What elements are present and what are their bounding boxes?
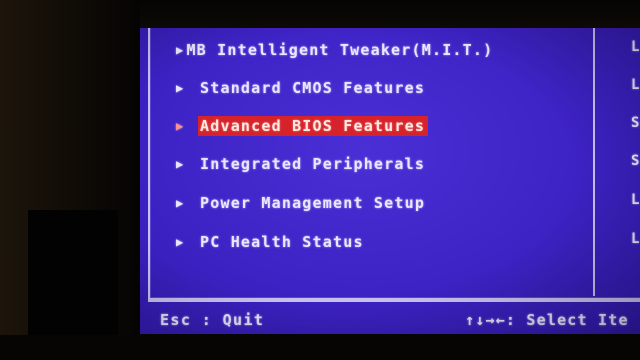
arrow-right-icon: ▶	[176, 119, 185, 133]
bios-screen: ▶ MB Intelligent Tweaker(M.I.T.) ▶ Stand…	[140, 28, 640, 334]
menu-item-label: MB Intelligent Tweaker(M.I.T.)	[186, 41, 494, 59]
menu-item-pc-health[interactable]: ▶ PC Health Status	[176, 231, 476, 253]
arrow-right-icon: ▶	[176, 196, 185, 210]
column-divider	[593, 28, 595, 296]
footer-select-hint: ↑↓→←: Select Ite	[465, 311, 629, 329]
arrow-right-icon: ▶	[176, 43, 185, 57]
menu-item-advanced-bios[interactable]: ▶ Advanced BIOS Features	[176, 115, 476, 137]
right-menu-letter: L	[631, 39, 640, 55]
footer-quit-hint: Esc : Quit	[160, 311, 265, 329]
menu-item-label: Advanced BIOS Features	[198, 116, 429, 136]
arrow-right-icon: ▶	[176, 81, 185, 95]
footer-divider	[148, 300, 640, 302]
menu-item-label: Power Management Setup	[200, 194, 426, 212]
menu-item-label: Integrated Peripherals	[200, 155, 426, 173]
right-menu-letter: S	[631, 115, 640, 131]
menu-item-label: PC Health Status	[200, 233, 364, 251]
arrow-right-icon: ▶	[176, 157, 185, 171]
menu-item-power-management[interactable]: ▶ Power Management Setup	[176, 192, 476, 214]
menu-item-integrated-peripherals[interactable]: ▶ Integrated Peripherals	[176, 153, 476, 175]
right-menu-letter: L	[631, 77, 640, 93]
menu-item-standard-cmos[interactable]: ▶ Standard CMOS Features	[176, 77, 476, 99]
right-menu-letter: S	[631, 153, 640, 169]
monitor-bezel-bottom	[0, 335, 640, 360]
menu-item-label: Standard CMOS Features	[200, 79, 426, 97]
arrow-right-icon: ▶	[176, 235, 185, 249]
right-menu-letter: L	[631, 192, 640, 208]
menu-item-mit[interactable]: ▶ MB Intelligent Tweaker(M.I.T.)	[176, 39, 492, 61]
right-menu-letter: L	[631, 231, 640, 247]
